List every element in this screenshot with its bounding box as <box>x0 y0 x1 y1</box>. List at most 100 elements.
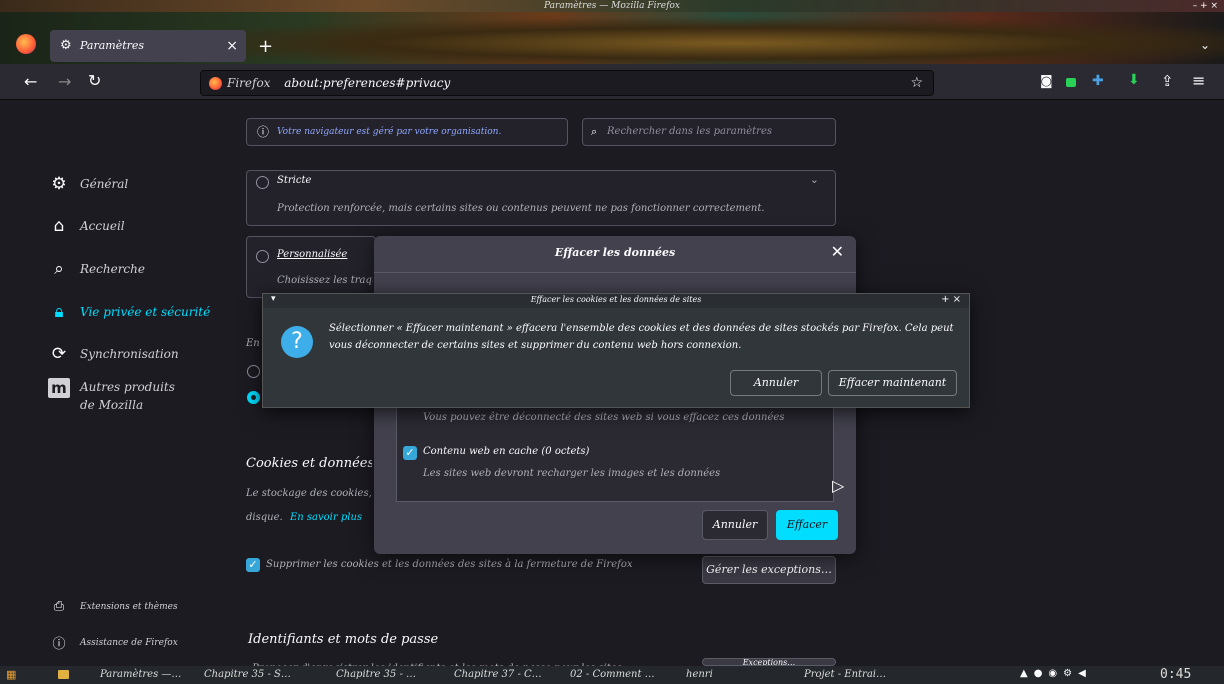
tab-label: Paramètres <box>80 39 145 52</box>
delete-on-close-checkbox[interactable]: ✓ <box>246 558 260 572</box>
confirm-dialog-titlebar: Effacer les cookies et les données de si… <box>263 294 969 308</box>
cookies-section-title: Cookies et données de si <box>246 456 372 471</box>
delete-on-close-label: Supprimer les cookies et les données des… <box>266 559 633 570</box>
folder-icon[interactable] <box>58 670 69 679</box>
close-icon[interactable]: ✕ <box>831 242 844 261</box>
cache-label: Contenu web en cache (0 octets) <box>423 446 590 457</box>
clear-cancel-button[interactable]: Annuler <box>702 510 768 540</box>
url-bar[interactable]: Firefox about:preferences#privacy ☆ <box>200 70 934 96</box>
gear-icon: ⚙ <box>60 38 72 53</box>
sidebar-footer-label: Extensions et thèmes <box>80 601 178 612</box>
url-text: about:preferences#privacy <box>284 76 451 90</box>
question-icon: ? <box>281 326 313 358</box>
firefox-menu-icon[interactable] <box>16 34 36 54</box>
share-icon[interactable]: ⇪ <box>1161 72 1174 90</box>
option-strict[interactable]: Stricte Protection renforcée, mais certa… <box>246 170 836 226</box>
hidden-radio-1[interactable] <box>247 365 260 378</box>
list-tabs-icon[interactable]: ⌄ <box>1200 38 1210 52</box>
dialog-window-controls[interactable]: + × <box>941 294 961 305</box>
window-titlebar: Paramètres — Mozilla Firefox – + × <box>0 0 1224 12</box>
confirm-dialog-title: Effacer les cookies et les données de si… <box>530 295 702 304</box>
managed-notice-text: Votre navigateur est géré par votre orga… <box>277 127 502 137</box>
app-menu-icon[interactable]: ≡ <box>1192 71 1205 90</box>
taskbar-item-firefox[interactable]: Paramètres —… <box>100 668 181 682</box>
taskbar: ▦ Paramètres —… Chapitre 35 - S… Chapitr… <box>0 666 1224 684</box>
gear-icon: ⚙ <box>51 174 67 194</box>
strict-desc: Protection renforcée, mais certains site… <box>277 203 765 214</box>
strict-radio[interactable] <box>256 176 269 189</box>
sidebar-item-privacy[interactable]: 🔒︎ Vie privée et sécurité <box>48 302 210 322</box>
system-tray-icons[interactable]: ▲●◉⚙◀ <box>1020 668 1092 679</box>
clear-dialog-divider <box>374 272 856 273</box>
puzzle-icon: ⎙ <box>53 599 65 614</box>
sidebar-item-support[interactable]: ⓘ Assistance de Firefox <box>48 633 178 652</box>
taskbar-item-doc3[interactable]: Chapitre 37 - C… <box>454 668 542 682</box>
extension-green-icon[interactable] <box>1066 78 1076 87</box>
learn-more-link[interactable]: En savoir plus <box>290 512 362 523</box>
pocket-icon[interactable]: ◙ <box>1040 74 1053 89</box>
window-controls[interactable]: – + × <box>1193 0 1218 12</box>
cookies-note: Vous pouvez être déconnecté des sites we… <box>423 412 785 423</box>
extension-blue-icon[interactable]: ✚ <box>1092 73 1104 89</box>
clear-confirm-button[interactable]: Effacer <box>776 510 838 540</box>
manage-exceptions-button[interactable]: Gérer les exceptions… <box>702 556 836 584</box>
sidebar-item-home[interactable]: ⌂ Accueil <box>48 216 125 236</box>
custom-radio[interactable] <box>256 250 269 263</box>
back-icon[interactable]: ← <box>24 72 37 91</box>
new-tab-button[interactable]: + <box>258 36 273 57</box>
window-title: Paramètres — Mozilla Firefox <box>544 1 680 11</box>
cookies-desc-2: disque. <box>246 512 283 523</box>
forward-icon[interactable]: → <box>58 72 71 91</box>
bookmark-star-icon[interactable]: ☆ <box>910 71 923 95</box>
sidebar-item-sync[interactable]: ⟳ Synchronisation <box>48 344 179 364</box>
hidden-radio-2[interactable] <box>247 391 260 404</box>
confirm-clear-now-button[interactable]: Effacer maintenant <box>828 370 957 396</box>
sidebar-item-more-mozilla[interactable]: m Autres produits de Mozilla <box>48 378 190 414</box>
help-icon: ⓘ <box>52 637 66 652</box>
taskbar-item-henri[interactable]: henri <box>686 668 713 682</box>
managed-notice[interactable]: ⓘ Votre navigateur est géré par votre or… <box>246 118 568 146</box>
sidebar-item-search[interactable]: ⌕ Recherche <box>48 259 145 279</box>
tab-strip: ⚙ Paramètres × + ⌄ <box>0 12 1224 64</box>
close-tab-icon[interactable]: × <box>226 30 238 62</box>
strict-title: Stricte <box>277 175 312 186</box>
taskbar-item-doc4[interactable]: 02 - Comment … <box>570 668 655 682</box>
confirm-cancel-button[interactable]: Annuler <box>730 370 822 396</box>
download-icon[interactable]: ⬇ <box>1128 72 1140 88</box>
sidebar-item-label: Autres produits de Mozilla <box>80 380 175 412</box>
chevron-down-icon[interactable]: ⌄ <box>810 173 819 186</box>
search-icon: ⌕ <box>54 259 64 279</box>
lock-icon: 🔒︎ <box>54 302 64 322</box>
credentials-section-title: Identifiants et mots de passe <box>248 632 439 647</box>
tab-settings[interactable]: ⚙ Paramètres × <box>50 30 246 62</box>
dialog-menu-icon[interactable]: ▾ <box>271 294 276 304</box>
settings-search-input[interactable]: ⌕ Rechercher dans les paramètres <box>582 118 836 146</box>
search-placeholder: Rechercher dans les paramètres <box>607 126 772 137</box>
home-icon: ⌂ <box>53 216 65 236</box>
taskbar-item-project[interactable]: Projet - Entrai… <box>804 668 886 682</box>
taskbar-item-doc1[interactable]: Chapitre 35 - S… <box>204 668 291 682</box>
sidebar-footer-label: Assistance de Firefox <box>80 637 178 648</box>
cache-checkbox[interactable]: ✓ <box>403 446 417 460</box>
search-icon: ⌕ <box>591 125 598 138</box>
clock[interactable]: 0:45 <box>1160 667 1191 682</box>
cookies-desc: Le stockage des cookies, du <box>246 488 372 499</box>
sidebar-item-general[interactable]: ⚙ Général <box>48 174 128 194</box>
url-identity: Firefox <box>227 76 271 90</box>
option-custom[interactable]: Personnalisée Choisissez les traque <box>246 236 376 298</box>
mozilla-icon: m <box>48 378 70 398</box>
reload-icon[interactable]: ↻ <box>88 71 101 90</box>
sidebar-item-extensions[interactable]: ⎙ Extensions et thèmes <box>48 599 178 614</box>
sidebar-item-label: Recherche <box>80 262 145 276</box>
credentials-exceptions-button[interactable]: Exceptions… <box>702 658 836 666</box>
hidden-section-label: En <box>246 338 260 349</box>
sidebar-item-label: Général <box>80 177 129 191</box>
app-launcher-icon[interactable]: ▦ <box>6 668 16 681</box>
confirm-clear-dialog: Effacer les cookies et les données de si… <box>262 293 970 408</box>
clear-options-box: Vous pouvez être déconnecté des sites we… <box>396 406 834 502</box>
info-icon: ⓘ <box>257 125 270 139</box>
mouse-cursor-icon: ▷ <box>832 476 845 495</box>
sidebar-item-label: Synchronisation <box>80 347 179 361</box>
sync-icon: ⟳ <box>51 344 67 364</box>
taskbar-item-doc2[interactable]: Chapitre 35 - … <box>336 668 416 682</box>
